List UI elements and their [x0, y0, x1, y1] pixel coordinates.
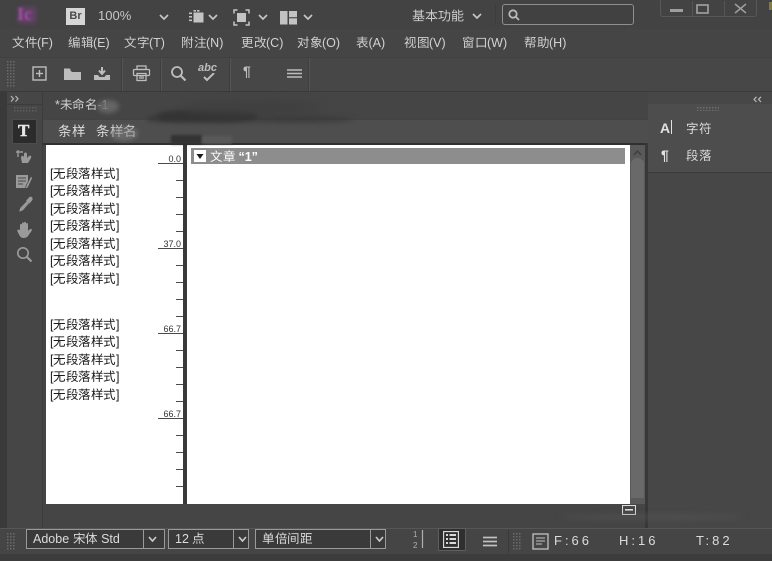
svg-text:2: 2 [413, 541, 418, 549]
svg-text:1: 1 [413, 530, 418, 539]
